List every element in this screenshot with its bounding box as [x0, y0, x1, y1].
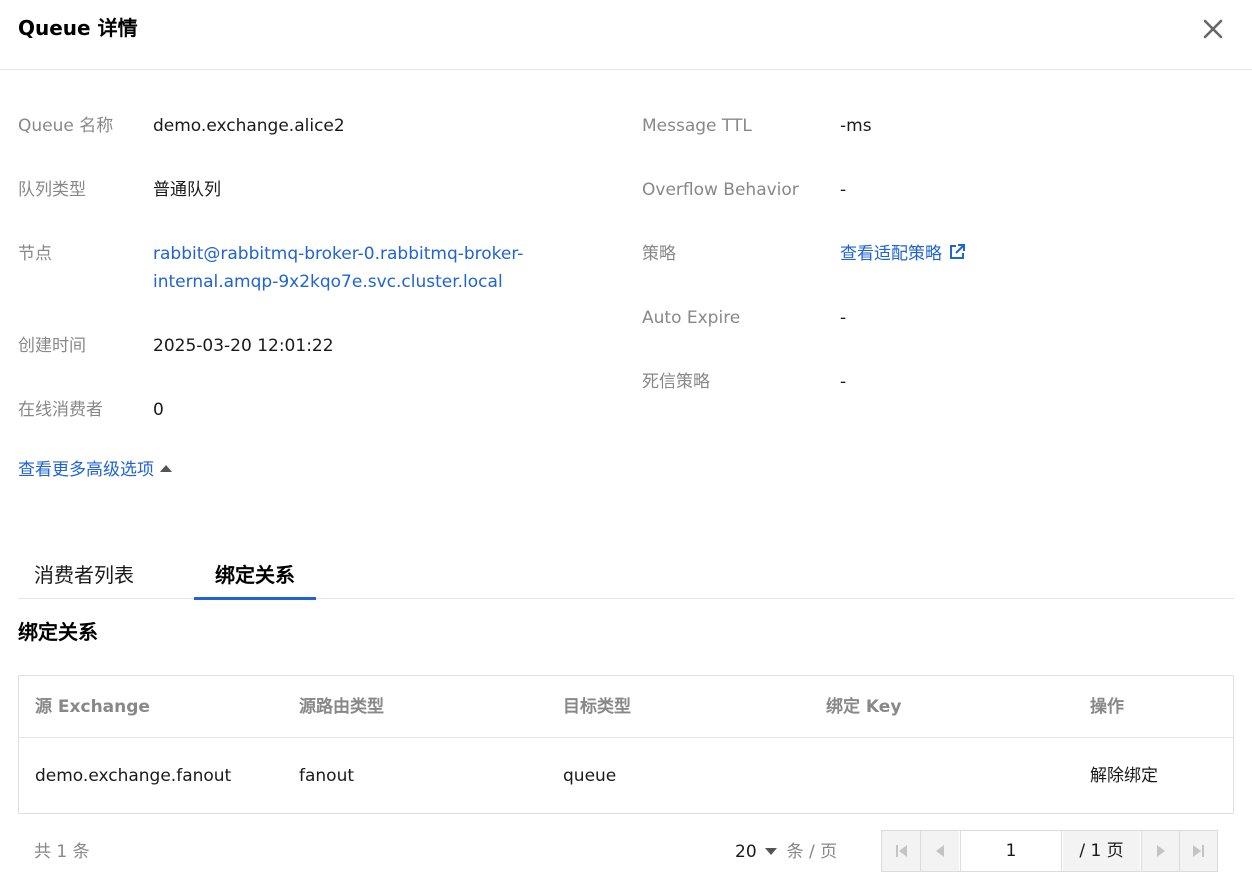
prev-page-icon	[936, 845, 944, 857]
cell-target-type: queue	[563, 766, 617, 786]
detail-value: -	[840, 372, 847, 392]
view-policy-label: 查看适配策略	[840, 244, 942, 264]
detail-label: Message TTL	[642, 116, 752, 136]
bindings-table: 源 Exchange 源路由类型 目标类型 绑定 Key 操作 demo.exc…	[18, 675, 1234, 814]
last-page-icon	[1193, 845, 1204, 857]
detail-value: 2025-03-20 12:01:22	[153, 336, 334, 356]
first-page-icon	[896, 845, 907, 857]
first-page-button[interactable]	[882, 831, 920, 871]
cell-routing-type: fanout	[299, 766, 355, 786]
column-header: 操作	[1090, 697, 1124, 717]
column-header: 目标类型	[563, 697, 631, 717]
more-options-toggle[interactable]: 查看更多高级选项	[18, 456, 172, 484]
detail-row-overflow-behavior: Overflow Behavior -	[0, 176, 1240, 204]
detail-row-policy: 策略 查看适配策略	[0, 240, 1240, 268]
next-page-button[interactable]	[1141, 831, 1179, 871]
tab-bindings[interactable]: 绑定关系	[194, 550, 316, 600]
prev-page-button[interactable]	[920, 831, 959, 871]
section-title: 绑定关系	[18, 620, 98, 644]
detail-label: 创建时间	[18, 336, 86, 356]
page-number-input[interactable]	[960, 831, 1062, 871]
tab-consumer-list[interactable]: 消费者列表	[34, 550, 134, 599]
detail-value: -ms	[840, 116, 872, 136]
total-count: 共 1 条	[34, 842, 90, 862]
chevron-down-icon	[764, 848, 777, 855]
detail-value: -	[840, 308, 847, 328]
detail-row-message-ttl: Message TTL -ms	[0, 112, 1240, 140]
drawer-header: Queue 详情	[0, 0, 1252, 70]
view-policy-link[interactable]: 查看适配策略	[840, 240, 966, 268]
pagination: / 1 页	[881, 830, 1218, 872]
detail-row-auto-expire: Auto Expire -	[0, 304, 1240, 332]
external-link-icon	[948, 242, 966, 260]
detail-value: 0	[153, 400, 164, 420]
detail-row-created-time: 创建时间 2025-03-20 12:01:22	[0, 332, 620, 360]
unbind-button[interactable]: 解除绑定	[1090, 739, 1158, 813]
cell-source-exchange: demo.exchange.fanout	[35, 766, 232, 786]
detail-row-dead-letter: 死信策略 -	[0, 368, 1240, 396]
drawer-title: Queue 详情	[18, 16, 138, 40]
column-header: 源路由类型	[299, 697, 384, 717]
next-page-icon	[1157, 845, 1165, 857]
close-icon[interactable]	[1198, 14, 1228, 44]
detail-value: -	[840, 180, 847, 200]
detail-label: Overflow Behavior	[642, 180, 799, 200]
last-page-button[interactable]	[1179, 831, 1217, 871]
page-size-value: 20	[735, 842, 757, 862]
detail-label: 死信策略	[642, 372, 710, 392]
detail-label: 在线消费者	[18, 400, 103, 420]
more-options-label: 查看更多高级选项	[18, 460, 154, 480]
caret-up-icon	[160, 465, 172, 472]
page-size-unit: 条 / 页	[786, 842, 838, 862]
column-header: 绑定 Key	[826, 697, 902, 717]
detail-label: 策略	[642, 244, 676, 264]
detail-row-online-consumers: 在线消费者 0	[0, 396, 620, 424]
tab-bar: 消费者列表 绑定关系	[18, 550, 1234, 600]
page-size-select[interactable]: 20 条 / 页	[735, 838, 837, 866]
table-row: demo.exchange.fanout fanout queue 解除绑定	[19, 739, 1233, 813]
total-pages: / 1 页	[1063, 831, 1140, 871]
column-header: 源 Exchange	[35, 697, 150, 717]
detail-label: Auto Expire	[642, 308, 741, 328]
table-header: 源 Exchange 源路由类型 目标类型 绑定 Key 操作	[19, 676, 1233, 738]
